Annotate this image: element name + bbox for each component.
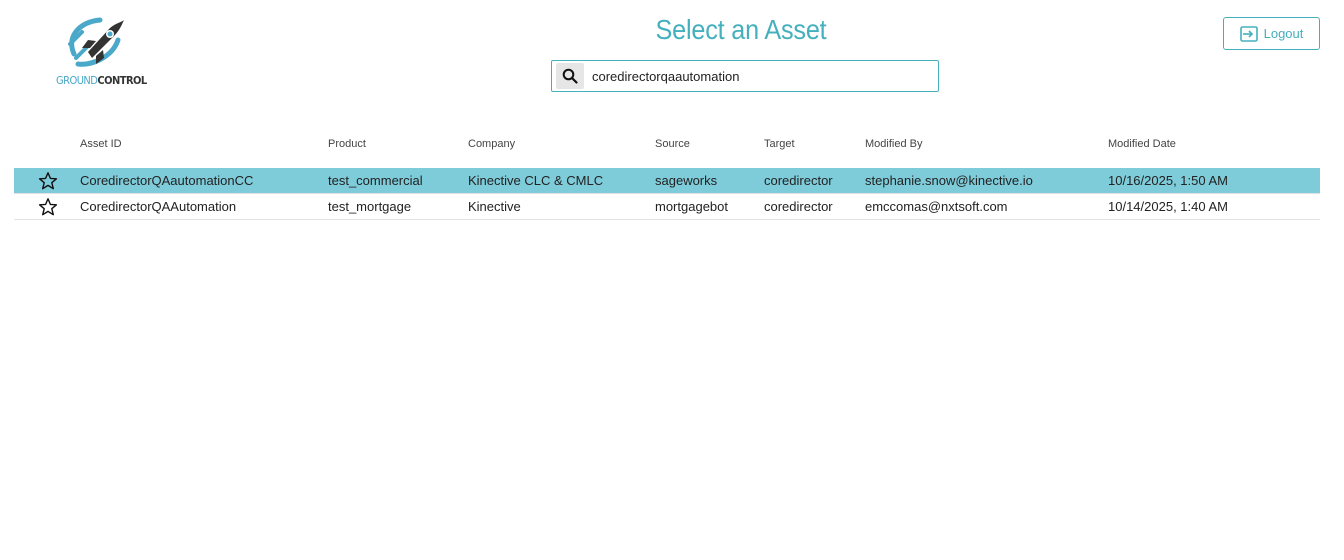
header-modified-date[interactable]: Modified Date [1108,132,1176,158]
logout-button[interactable]: Logout [1223,17,1320,50]
cell-product: test_commercial [328,173,423,188]
cell-source: mortgagebot [655,199,728,214]
star-outline-icon[interactable] [38,197,58,217]
cell-company: Kinective CLC & CMLC [468,173,604,188]
header-company[interactable]: Company [468,132,515,158]
header-modified-by[interactable]: Modified By [865,132,922,158]
cell-asset-id: CoredirectorQAautomationCC [80,173,254,188]
cell-modified-date: 10/16/2025, 1:50 AM [1108,173,1228,188]
page-title: Select an Asset [655,14,827,45]
cell-modified-by: stephanie.snow@kinective.io [865,173,1033,188]
cell-modified-date: 10/14/2025, 1:40 AM [1108,199,1228,214]
cell-source: sageworks [655,173,718,188]
header-source[interactable]: Source [655,132,690,158]
header-product[interactable]: Product [328,132,366,158]
search-box [551,60,939,92]
logout-icon [1239,25,1258,42]
logo-text-control: CONTROL [97,74,147,87]
table-row[interactable]: CoredirectorQAautomationCC test_commerci… [14,168,1320,194]
cell-asset-id: CoredirectorQAAutomation [80,199,237,214]
table-row[interactable]: CoredirectorQAAutomation test_mortgage K… [14,194,1320,220]
cell-target: coredirector [764,173,833,188]
cell-company: Kinective [468,199,521,214]
header-target[interactable]: Target [764,132,795,158]
search-icon [562,68,578,84]
star-outline-icon[interactable] [38,171,58,191]
logo-wordmark: GROUNDCONTROL [56,74,147,87]
cell-product: test_mortgage [328,199,412,214]
logout-label: Logout [1263,26,1304,41]
search-input[interactable] [592,68,922,84]
logo-text-ground: GROUND [56,74,98,87]
cell-target: coredirector [764,199,833,214]
search-button[interactable] [556,63,584,89]
header-asset-id[interactable]: Asset ID [80,132,122,158]
asset-table: Asset ID Product Company Source Target M… [14,132,1320,220]
table-header: Asset ID Product Company Source Target M… [14,132,1320,158]
cell-modified-by: emccomas@nxtsoft.com [865,199,1008,214]
